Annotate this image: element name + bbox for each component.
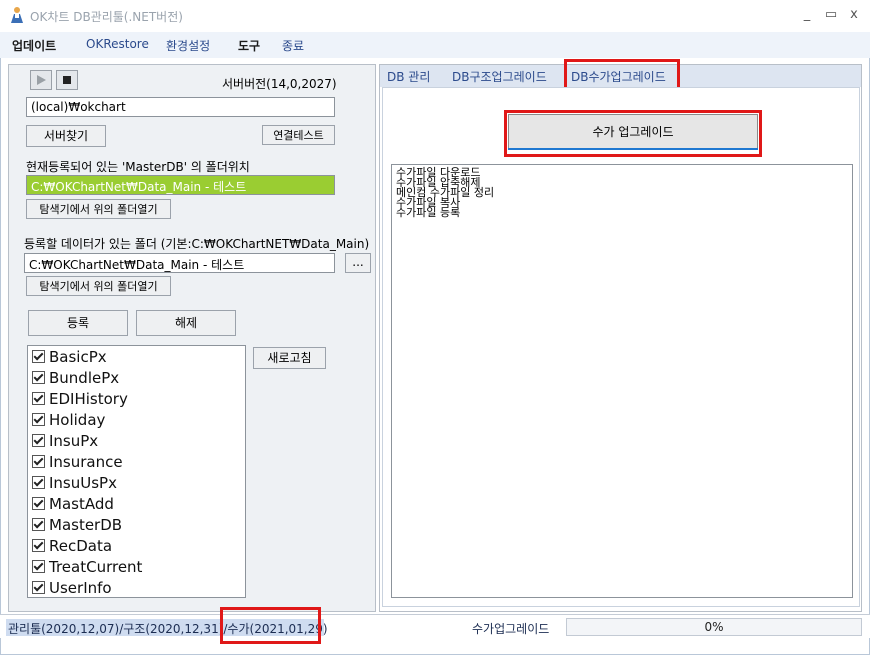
progress-text: 0%	[704, 620, 724, 634]
menu-update[interactable]: 업데이트	[12, 37, 56, 54]
window-title: OK차트 DB관리툴(.NET버전)	[30, 10, 183, 24]
open-explorer-button-2[interactable]: 탐색기에서 위의 폴더열기	[26, 276, 171, 296]
minimize-button[interactable]: _	[798, 6, 816, 24]
db-item-masterdb[interactable]: MasterDB	[32, 514, 122, 535]
close-button[interactable]: x	[845, 6, 863, 24]
play-icon	[37, 75, 46, 85]
open-explorer-button[interactable]: 탐색기에서 위의 폴더열기	[26, 199, 171, 219]
checkbox-checked[interactable]	[32, 518, 45, 531]
db-item-insuuspx[interactable]: InsuUsPx	[32, 472, 117, 493]
checkbox-checked[interactable]	[32, 560, 45, 573]
stop-icon	[63, 76, 71, 84]
checkbox-checked[interactable]	[32, 476, 45, 489]
log-line: 수가파일 등록	[396, 206, 461, 219]
annotation-highlight-status	[220, 607, 321, 644]
checkbox-checked[interactable]	[32, 350, 45, 363]
log-output: 수가파일 다운로드 수가파일 압축해제 메인컴 수가파일 정리 수가파일 복사 …	[391, 164, 853, 598]
checkbox-checked[interactable]	[32, 455, 45, 468]
checkbox-checked[interactable]	[32, 413, 45, 426]
db-item-insupx[interactable]: InsuPx	[32, 430, 98, 451]
unregister-button[interactable]: 해제	[136, 310, 236, 336]
menu-settings[interactable]: 환경설정	[166, 37, 210, 54]
play-button[interactable]	[30, 70, 52, 90]
checkbox-checked[interactable]	[32, 539, 45, 552]
menu-exit[interactable]: 종료	[282, 37, 304, 54]
db-item-mastadd[interactable]: MastAdd	[32, 493, 114, 514]
data-folder-label: 등록할 데이터가 있는 폴더 (기본:C:₩OKChartNET₩Data_Ma…	[24, 237, 370, 251]
test-connection-button[interactable]: 연결테스트	[262, 125, 335, 145]
masterdb-path-field[interactable]: C:₩OKChartNet₩Data_Main - 테스트	[26, 175, 335, 195]
browse-button[interactable]: ...	[345, 253, 371, 273]
db-item-insurance[interactable]: Insurance	[32, 451, 123, 472]
app-icon	[8, 6, 26, 24]
data-folder-field[interactable]: C:₩OKChartNet₩Data_Main - 테스트	[24, 253, 335, 273]
db-item-holiday[interactable]: Holiday	[32, 409, 105, 430]
checkbox-checked[interactable]	[32, 434, 45, 447]
menu-okrestore[interactable]: OKRestore	[86, 37, 149, 51]
register-button[interactable]: 등록	[28, 310, 128, 336]
checkbox-checked[interactable]	[32, 497, 45, 510]
tab-db-structure-upgrade[interactable]: DB구조업그레이드	[452, 68, 547, 85]
maximize-button[interactable]: ▭	[822, 6, 840, 24]
server-name-field[interactable]: (local)₩okchart	[26, 97, 335, 117]
masterdb-location-label: 현재등록되어 있는 'MasterDB' 의 폴더위치	[26, 160, 250, 174]
db-item-userinfo[interactable]: UserInfo	[32, 577, 112, 598]
checkbox-checked[interactable]	[32, 392, 45, 405]
stop-button[interactable]	[56, 70, 78, 90]
database-checklist: BasicPx BundlePx EDIHistory Holiday Insu…	[27, 345, 246, 598]
refresh-button[interactable]: 새로고침	[253, 347, 326, 369]
find-server-button[interactable]: 서버찾기	[26, 125, 106, 147]
checkbox-checked[interactable]	[32, 581, 45, 594]
db-item-treatcurrent[interactable]: TreatCurrent	[32, 556, 142, 577]
db-item-recdata[interactable]: RecData	[32, 535, 112, 556]
menu-tools[interactable]: 도구	[238, 37, 260, 54]
server-version: 서버버전(14,0,2027)	[222, 77, 337, 91]
tab-db-management[interactable]: DB 관리	[387, 68, 430, 85]
db-item-basicpx[interactable]: BasicPx	[32, 346, 107, 367]
status-task-label: 수가업그레이드	[472, 622, 550, 636]
db-item-bundlepx[interactable]: BundlePx	[32, 367, 119, 388]
checkbox-checked[interactable]	[32, 371, 45, 384]
db-item-edihistory[interactable]: EDIHistory	[32, 388, 128, 409]
annotation-highlight-button	[504, 110, 762, 157]
